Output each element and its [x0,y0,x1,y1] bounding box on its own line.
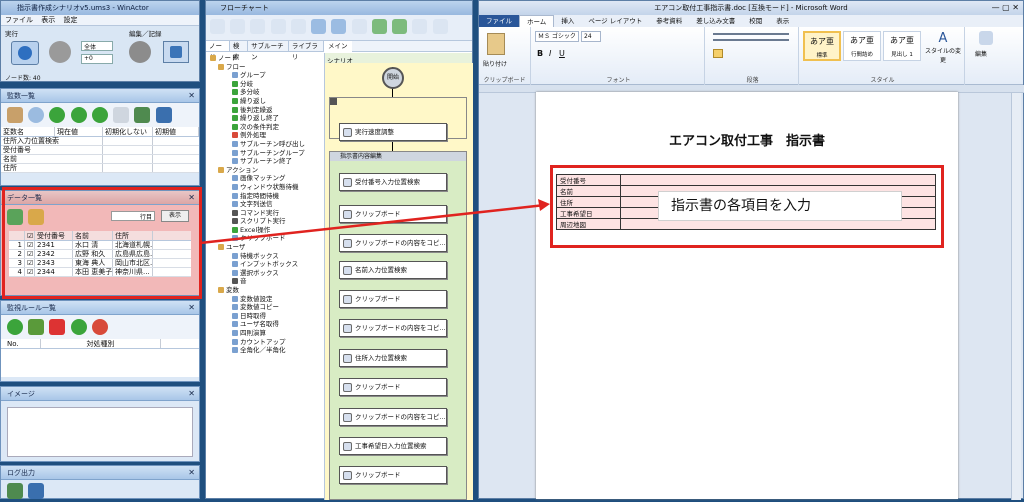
arrow-line [199,203,546,245]
annotation-arrow [199,199,550,245]
arrow-head [538,199,550,211]
